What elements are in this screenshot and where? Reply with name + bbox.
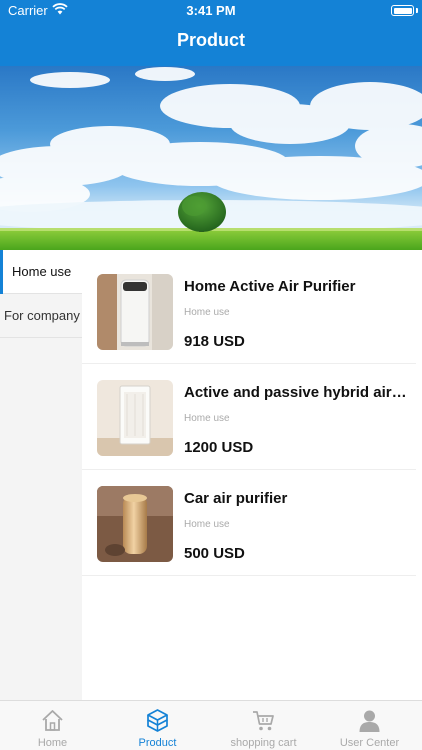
product-list: Home Active Air Purifier Home use 918 US… xyxy=(82,258,422,576)
product-thumbnail xyxy=(97,486,173,562)
banner-landscape xyxy=(0,67,422,250)
category-for-company[interactable]: For company xyxy=(0,294,82,338)
product-thumbnail xyxy=(97,274,173,350)
category-sidebar: Home use For company xyxy=(0,250,82,700)
battery-cap xyxy=(416,8,418,13)
banner-image xyxy=(0,66,422,250)
tab-shopping-cart[interactable]: shopping cart xyxy=(211,701,316,750)
product-price: 500 USD xyxy=(184,545,245,562)
product-price: 1200 USD xyxy=(184,439,254,456)
user-icon xyxy=(359,710,380,732)
shopping-cart-icon xyxy=(253,711,274,731)
category-home-use[interactable]: Home use xyxy=(0,250,82,294)
tab-label: Product xyxy=(138,737,177,749)
tab-product[interactable]: Product xyxy=(105,701,210,750)
status-bar: Carrier 3:41 PM xyxy=(0,0,422,22)
product-category: Home use xyxy=(184,519,230,530)
tab-label: User Center xyxy=(339,737,400,749)
status-time: 3:41 PM xyxy=(186,3,236,18)
tab-user-center[interactable]: User Center xyxy=(317,701,422,750)
product-price: 918 USD xyxy=(184,333,245,350)
product-category: Home use xyxy=(184,413,230,424)
product-box-icon xyxy=(147,709,168,732)
product-thumbnail xyxy=(97,380,173,456)
product-card[interactable]: Home Active Air Purifier Home use 918 US… xyxy=(82,258,416,364)
bottom-tab-bar: Home Product shopping cart User Center xyxy=(0,700,422,750)
app-header: Carrier 3:41 PM Product xyxy=(0,0,422,66)
page-title: Product xyxy=(176,30,245,50)
product-category: Home use xyxy=(184,307,230,318)
product-name: Active and passive hybrid air purifier xyxy=(184,384,408,401)
product-card[interactable]: Active and passive hybrid air purifier H… xyxy=(82,364,416,470)
product-card[interactable]: Car air purifier Home use 500 USD xyxy=(82,470,416,576)
product-name: Car air purifier xyxy=(184,490,288,507)
home-icon xyxy=(42,710,63,731)
tab-label: shopping cart xyxy=(230,737,297,749)
tab-home[interactable]: Home xyxy=(0,701,105,750)
tab-label: Home xyxy=(37,737,68,749)
battery-icon xyxy=(391,5,414,16)
product-name: Home Active Air Purifier xyxy=(184,278,356,295)
